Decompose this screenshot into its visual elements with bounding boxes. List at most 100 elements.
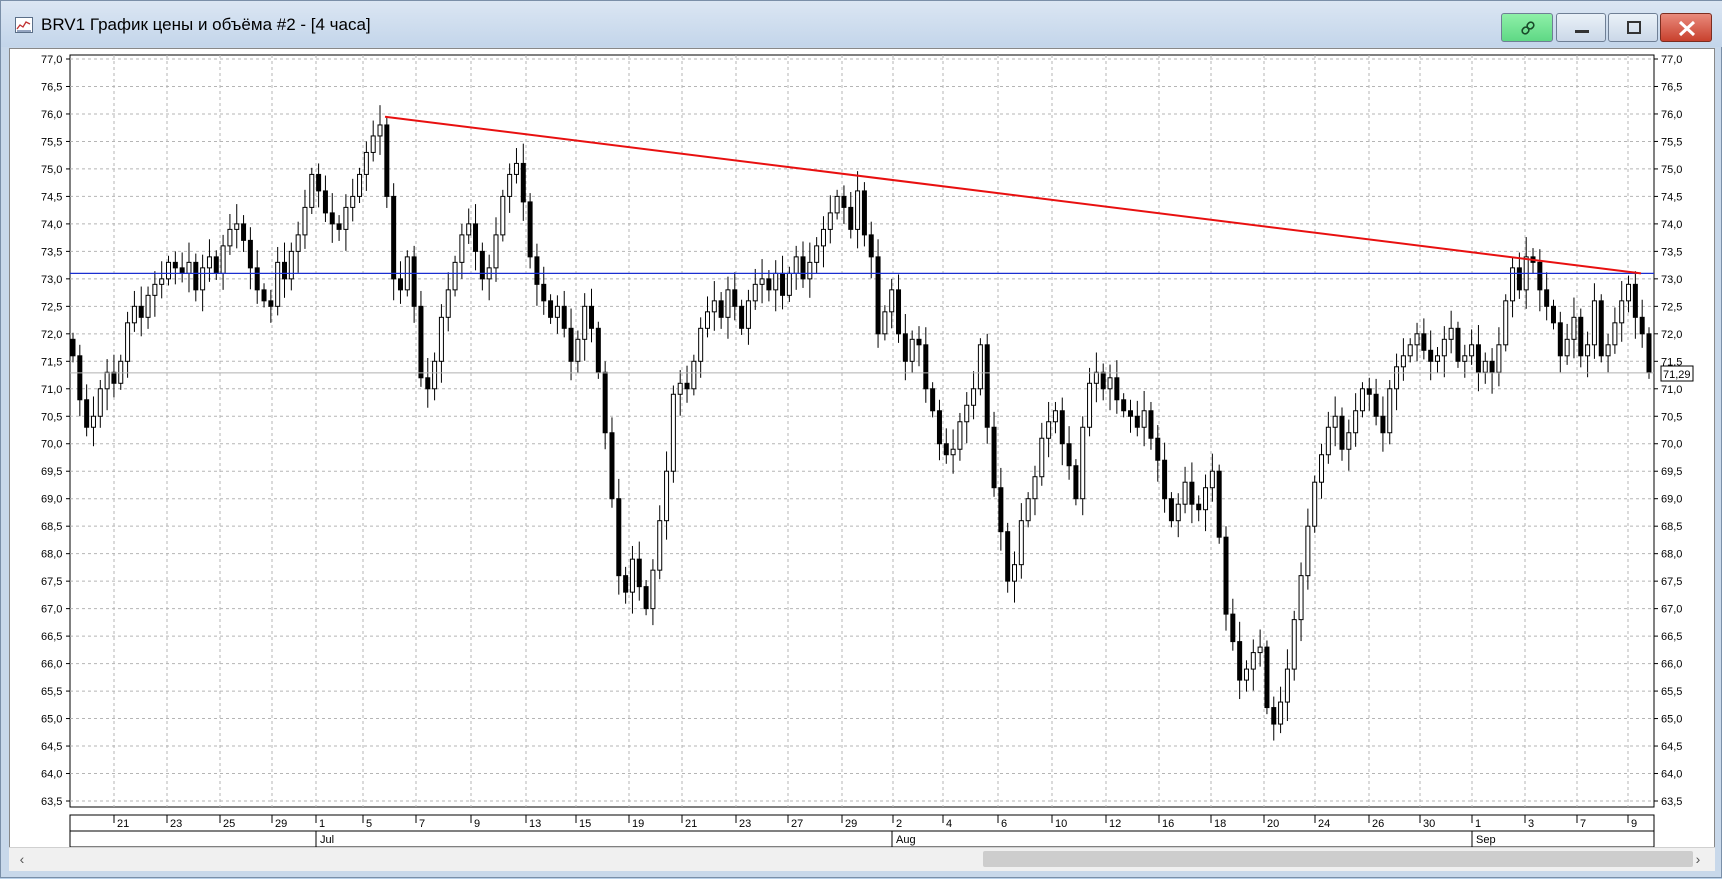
y-tick-label-left: 73,0 — [41, 274, 62, 286]
x-day-label: 16 — [1162, 818, 1174, 830]
candle-body — [384, 124, 390, 197]
y-tick-label-right: 66,0 — [1661, 659, 1682, 671]
candle-body — [1216, 470, 1222, 538]
chart-window: BRV1 График цены и объёма #2 - [4 часа] … — [0, 0, 1722, 878]
candle-body — [159, 278, 165, 285]
candle-body — [1141, 410, 1147, 428]
candle-body — [1264, 646, 1270, 709]
candle-body — [1025, 498, 1031, 522]
y-tick-label-right: 75,5 — [1661, 136, 1682, 148]
candle-body — [1441, 338, 1447, 357]
candle-body — [425, 377, 431, 390]
candle-body — [125, 322, 131, 362]
candle-body — [773, 272, 779, 291]
y-tick-label-right: 72,5 — [1661, 301, 1682, 313]
candle-body — [302, 206, 308, 236]
candle-body — [131, 305, 137, 324]
candle-body — [1162, 459, 1168, 500]
plot-frame — [69, 54, 1655, 808]
candle-body — [1469, 344, 1475, 357]
y-tick-label-left: 66,0 — [41, 659, 62, 671]
candle-body — [1489, 360, 1495, 373]
y-tick-label-left: 65,0 — [41, 714, 62, 726]
x-day-label: 20 — [1267, 818, 1279, 830]
candle-body — [1319, 454, 1325, 483]
y-tick-label-right: 64,0 — [1661, 769, 1682, 781]
candle-body — [268, 300, 274, 307]
x-day-label: 29 — [845, 818, 857, 830]
candle-body — [138, 305, 144, 318]
y-tick-label-right: 69,0 — [1661, 494, 1682, 506]
candle-body — [739, 305, 745, 329]
x-day-label: 27 — [791, 818, 803, 830]
y-tick-label-right: 73,0 — [1661, 274, 1682, 286]
x-axis-months — [69, 830, 1655, 848]
scroll-thumb[interactable] — [983, 851, 1693, 867]
candle-body — [554, 305, 560, 318]
candle-body — [718, 300, 724, 318]
candle-body — [500, 195, 506, 236]
candle-body — [1503, 300, 1509, 346]
y-tick-label-left: 64,0 — [41, 769, 62, 781]
candle-body — [97, 388, 103, 417]
x-day-label: 25 — [223, 818, 235, 830]
scroll-left-arrow-icon[interactable]: ‹ — [15, 852, 29, 866]
y-tick-label-right: 67,5 — [1661, 576, 1682, 588]
y-tick-label-right: 63,5 — [1661, 796, 1682, 808]
candle-body — [602, 371, 608, 434]
y-tick-label-right: 74,5 — [1661, 191, 1682, 203]
candle-body — [1305, 525, 1311, 577]
candle-body — [295, 234, 301, 252]
candle-body — [814, 245, 820, 263]
candle-body — [1012, 564, 1018, 582]
candle-body — [1005, 531, 1011, 582]
candle-body — [1107, 377, 1113, 390]
candle-body — [916, 338, 922, 346]
candle-body — [868, 234, 874, 258]
candle-body — [725, 289, 731, 318]
candle-body — [820, 228, 826, 247]
candle-body — [1312, 481, 1318, 527]
horizontal-scrollbar[interactable]: ‹ › — [9, 847, 1715, 871]
candle-body — [1407, 344, 1413, 357]
candle-body — [1121, 399, 1127, 412]
candle-body — [445, 289, 451, 318]
y-tick-label-left: 67,0 — [41, 604, 62, 616]
y-tick-label-left: 74,5 — [41, 191, 62, 203]
x-day-label: 1 — [1475, 818, 1481, 830]
x-day-label: 5 — [366, 818, 372, 830]
candle-body — [1380, 415, 1386, 434]
x-day-label: 15 — [579, 818, 591, 830]
last-price-marker: 71,29 — [1660, 365, 1694, 382]
y-tick-label-right: 68,5 — [1661, 521, 1682, 533]
candle-body — [309, 173, 315, 208]
candle-body — [1448, 327, 1454, 340]
candle-body — [1612, 322, 1618, 346]
candle-body — [152, 283, 158, 296]
candle-body — [438, 316, 444, 362]
candle-body — [623, 575, 629, 593]
candle-body — [923, 344, 929, 390]
candle-body — [664, 470, 670, 522]
candle-body — [172, 261, 178, 269]
candle-body — [329, 212, 335, 225]
candle-body — [943, 443, 949, 456]
candle-body — [759, 278, 765, 285]
candle-body — [1284, 668, 1290, 703]
candle-body — [247, 239, 253, 269]
y-tick-label-right: 65,5 — [1661, 686, 1682, 698]
candle-body — [288, 250, 294, 280]
candle-body — [77, 355, 83, 401]
candle-body — [432, 360, 438, 390]
candle-body — [1080, 426, 1086, 500]
candle-body — [882, 311, 888, 335]
candlestick-chart[interactable]: 77,0 76,5 76,0 75,5 75,0 74,5 74,0 73,5 73,0 72,5… — [1, 1, 1722, 879]
candle-body — [1557, 322, 1563, 357]
candle-body — [1271, 707, 1277, 725]
y-tick-label-left: 68,5 — [41, 521, 62, 533]
x-day-label: 3 — [1528, 818, 1534, 830]
candle-body — [582, 305, 588, 340]
scroll-right-arrow-icon[interactable]: › — [1691, 852, 1705, 866]
candle-body — [643, 586, 649, 610]
x-month-label: Sep — [1476, 834, 1496, 846]
